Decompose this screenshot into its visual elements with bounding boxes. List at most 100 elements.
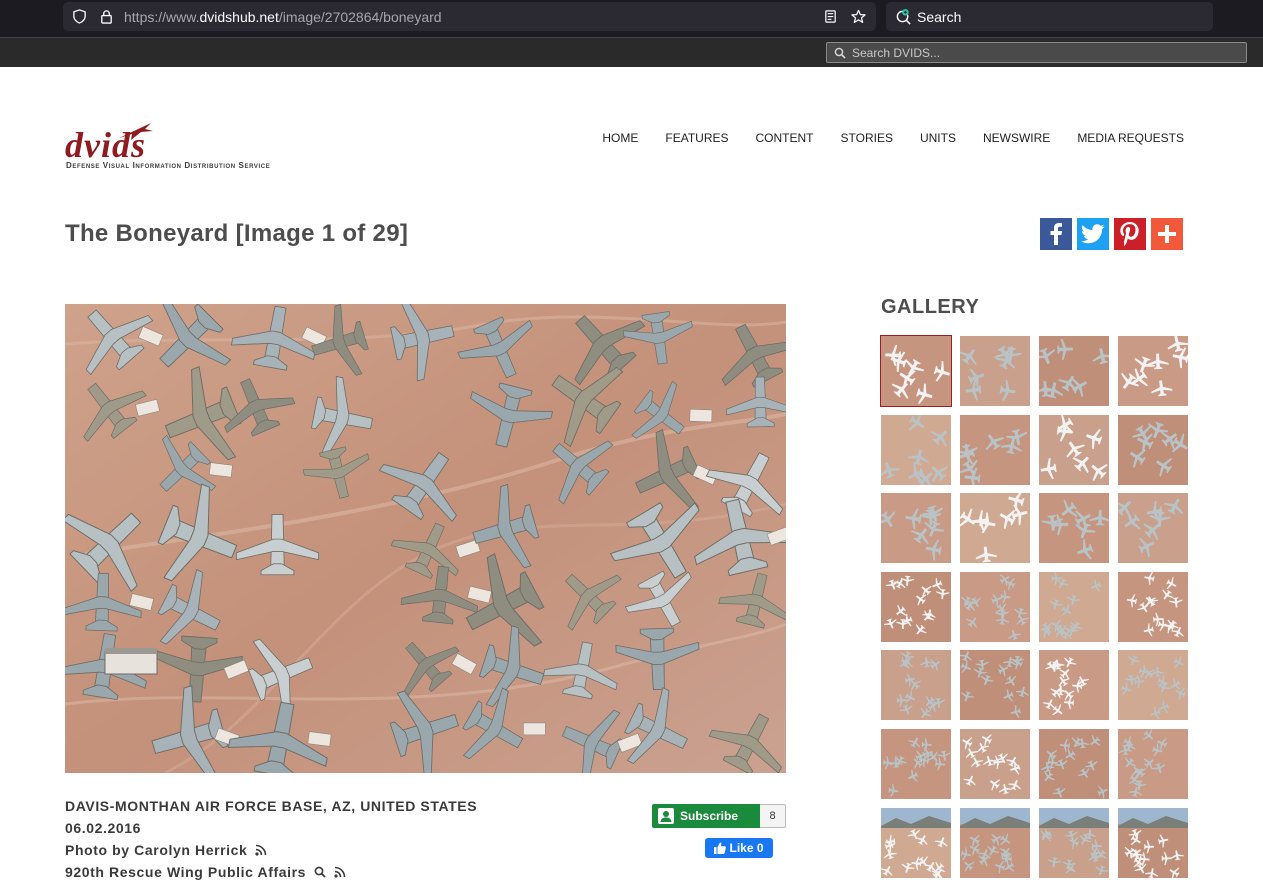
thumbnail-image (960, 336, 1030, 406)
storage-container (523, 722, 546, 736)
share-twitter-button[interactable] (1077, 218, 1109, 250)
nav-newswire[interactable]: NEWSWIRE (983, 131, 1050, 145)
url-prefix: https://www. (124, 9, 200, 25)
gallery-thumbnail[interactable] (881, 493, 951, 564)
thumbnail-image (1039, 571, 1109, 642)
gallery-thumbnail[interactable] (1118, 493, 1188, 564)
thumbnail-image (1039, 414, 1109, 485)
subscriber-count: 8 (760, 804, 786, 828)
main-photo[interactable] (65, 304, 786, 773)
thumbnail-image (960, 807, 1030, 878)
gallery-thumbnail[interactable] (1039, 336, 1109, 406)
gallery-thumbnail[interactable] (1118, 650, 1188, 721)
share-pinterest-button[interactable] (1114, 218, 1146, 250)
photographer-text[interactable]: Photo by Carolyn Herrick (65, 839, 247, 861)
thumbnail-image (1118, 571, 1188, 642)
rss-icon[interactable] (334, 866, 346, 878)
share-facebook-button[interactable] (1040, 218, 1072, 250)
storage-container (307, 731, 332, 747)
gallery-thumbnail[interactable] (881, 414, 951, 485)
date-text: 06.02.2016 (65, 820, 142, 836)
gallery-thumbnail[interactable] (1118, 571, 1188, 642)
gallery-thumbnail[interactable] (1118, 336, 1188, 406)
gallery-thumbnail[interactable] (960, 728, 1030, 799)
gallery-thumbnail[interactable] (1039, 414, 1109, 485)
thumbnail-image (881, 650, 951, 721)
search-icon (834, 47, 846, 59)
dvids-logo[interactable]: dvids Defense Visual Information Distrib… (65, 120, 320, 172)
plus-icon (1158, 225, 1176, 243)
nav-features[interactable]: FEATURES (665, 131, 728, 145)
gallery-thumbnail[interactable] (881, 650, 951, 721)
facebook-like-button[interactable]: Like 0 (705, 838, 773, 858)
thumbnail-image (881, 571, 951, 642)
gallery-thumbnail[interactable] (881, 807, 951, 878)
logo-wordmark: dvids (65, 125, 146, 165)
thumbnail-image (1039, 493, 1109, 564)
nav-stories[interactable]: STORIES (841, 131, 893, 145)
gallery-thumbnail[interactable] (1039, 807, 1109, 878)
gallery-grid (880, 335, 1188, 878)
bookmark-star-icon[interactable] (851, 9, 866, 24)
gallery-thumbnail[interactable] (960, 336, 1030, 406)
location-text: DAVIS-MONTHAN AIR FORCE BASE, AZ, UNITED… (65, 798, 478, 814)
thumbnail-image (960, 414, 1030, 485)
gallery-thumbnail[interactable] (1118, 728, 1188, 799)
nav-units[interactable]: UNITS (920, 131, 956, 145)
logo-tagline: Defense Visual Information Distribution … (66, 161, 271, 170)
thumbnail-image (1118, 336, 1188, 406)
nav-content[interactable]: CONTENT (756, 131, 814, 145)
thumbnail-image (1118, 650, 1188, 721)
gallery-thumbnail[interactable] (881, 571, 951, 642)
nav-media-requests[interactable]: MEDIA REQUESTS (1077, 131, 1184, 145)
unit-text[interactable]: 920th Rescue Wing Public Affairs (65, 861, 306, 883)
thumbnail-image (881, 414, 951, 485)
site-search-input[interactable]: Search DVIDS... (826, 42, 1247, 63)
gallery-thumbnail[interactable] (1118, 414, 1188, 485)
gallery-thumbnail[interactable] (960, 807, 1030, 878)
browser-search-bar[interactable]: Search (886, 2, 1213, 31)
thumbnail-image (1039, 650, 1109, 721)
thumbnail-image (960, 728, 1030, 799)
thumbnail-image (881, 807, 951, 878)
url-path: /image/2702864/boneyard (278, 9, 442, 25)
thumbnail-image (1039, 336, 1109, 406)
facebook-icon (1050, 223, 1062, 245)
gallery-thumbnail[interactable] (960, 571, 1030, 642)
gallery-thumbnail[interactable] (1039, 493, 1109, 564)
gallery-thumbnail[interactable] (1118, 807, 1188, 878)
share-buttons (1040, 218, 1183, 250)
gallery-thumbnail[interactable] (1039, 728, 1109, 799)
search-label: Search (917, 9, 962, 25)
shield-icon[interactable] (72, 9, 87, 24)
pinterest-icon (1120, 222, 1139, 246)
gallery-thumbnail[interactable] (1039, 571, 1109, 642)
page-title: The Boneyard [Image 1 of 29] (65, 220, 409, 247)
url-text[interactable]: https://www.dvidshub.net/image/2702864/b… (124, 9, 442, 25)
gallery-thumbnail[interactable] (960, 414, 1030, 485)
twitter-icon (1081, 224, 1105, 244)
main-nav: HOME FEATURES CONTENT STORIES UNITS NEWS… (575, 131, 1184, 145)
subscribe-user-icon (658, 808, 674, 824)
rss-icon[interactable] (255, 844, 267, 856)
meta-date: 06.02.2016 (65, 817, 477, 839)
gallery-thumbnail[interactable] (1039, 650, 1109, 721)
gallery-thumbnail[interactable] (960, 650, 1030, 721)
thumbs-up-icon (714, 842, 727, 854)
thumbnail-image (1118, 728, 1188, 799)
lock-icon[interactable] (99, 9, 114, 24)
thumbnail-image (1118, 807, 1188, 878)
address-bar[interactable]: https://www.dvidshub.net/image/2702864/b… (63, 2, 876, 31)
share-more-button[interactable] (1151, 218, 1183, 250)
gallery-thumbnail[interactable] (880, 335, 952, 407)
nav-home[interactable]: HOME (602, 131, 638, 145)
thumbnail-image (960, 493, 1030, 564)
meta-photographer: Photo by Carolyn Herrick (65, 839, 477, 861)
gallery-thumbnail[interactable] (960, 493, 1030, 564)
search-placeholder: Search DVIDS... (852, 46, 941, 60)
gallery-thumbnail[interactable] (881, 728, 951, 799)
search-icon[interactable] (314, 866, 326, 878)
subscribe-button[interactable]: Subscribe (652, 804, 760, 828)
reader-view-icon[interactable] (823, 9, 838, 24)
subscribe-label: Subscribe (680, 809, 739, 823)
